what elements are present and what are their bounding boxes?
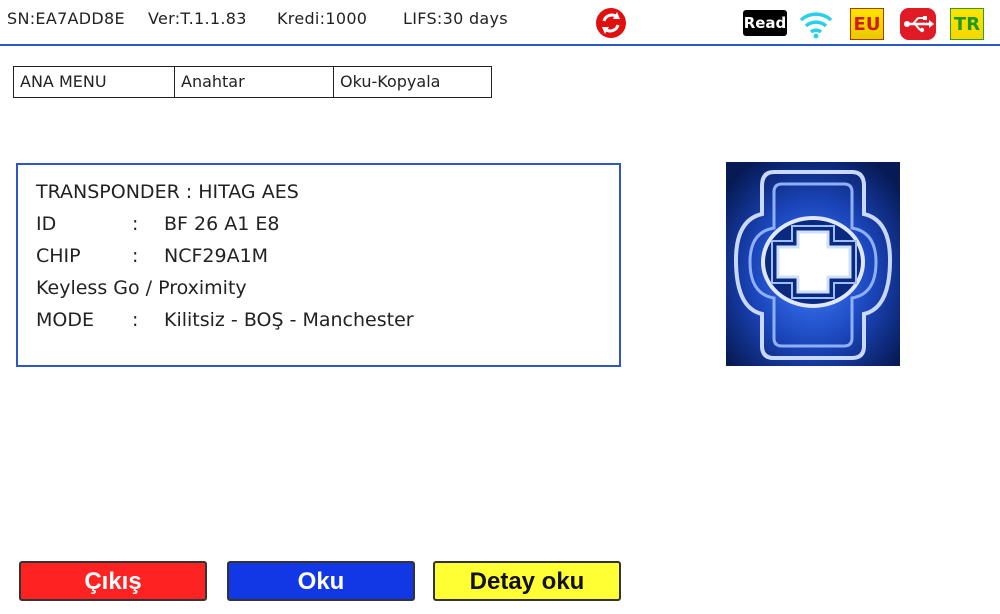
transponder-chip-row: CHIP: NCF29A1M	[36, 245, 268, 267]
usb-icon	[900, 8, 936, 40]
chip-separator: :	[132, 245, 139, 267]
firmware-version: Ver:T.1.1.83	[148, 9, 247, 28]
breadcrumb-item-read-copy[interactable]: Oku-Kopyala	[334, 67, 491, 97]
transponder-info-panel: TRANSPONDER : HITAG AES ID: BF 26 A1 E8 C…	[16, 163, 621, 367]
region-badge: EU	[850, 8, 884, 40]
serial-number: SN:EA7ADD8E	[7, 9, 125, 28]
key-slot-image	[726, 162, 900, 366]
breadcrumb-item-main-menu[interactable]: ANA MENU	[14, 67, 175, 97]
transponder-mode-row: MODE: Kilitsiz - BOŞ - Manchester	[36, 309, 414, 331]
breadcrumb-item-key[interactable]: Anahtar	[175, 67, 334, 97]
exit-button[interactable]: Çıkış	[19, 561, 207, 601]
breadcrumb: ANA MENU Anahtar Oku-Kopyala	[13, 66, 492, 98]
chip-label: CHIP	[36, 245, 81, 267]
wifi-icon	[799, 12, 833, 39]
id-label: ID	[36, 213, 57, 235]
status-bar: SN:EA7ADD8E Ver:T.1.1.83 Kredi:1000 LIFS…	[0, 0, 1000, 46]
id-value: BF 26 A1 E8	[164, 213, 280, 235]
detail-read-button[interactable]: Detay oku	[433, 561, 621, 601]
mode-value: Kilitsiz - BOŞ - Manchester	[164, 309, 414, 331]
id-separator: :	[132, 213, 139, 235]
refresh-icon[interactable]	[594, 6, 628, 40]
lifs-remaining: LIFS:30 days	[403, 9, 508, 28]
credit-count: Kredi:1000	[277, 9, 368, 28]
read-button[interactable]: Oku	[227, 561, 415, 601]
transponder-title: TRANSPONDER : HITAG AES	[36, 181, 299, 203]
transponder-id-row: ID: BF 26 A1 E8	[36, 213, 279, 235]
read-badge: Read	[743, 10, 787, 36]
language-badge: TR	[950, 8, 984, 40]
chip-value: NCF29A1M	[164, 245, 269, 267]
mode-label: MODE	[36, 309, 94, 331]
transponder-feature: Keyless Go / Proximity	[36, 277, 247, 299]
mode-separator: :	[132, 309, 139, 331]
